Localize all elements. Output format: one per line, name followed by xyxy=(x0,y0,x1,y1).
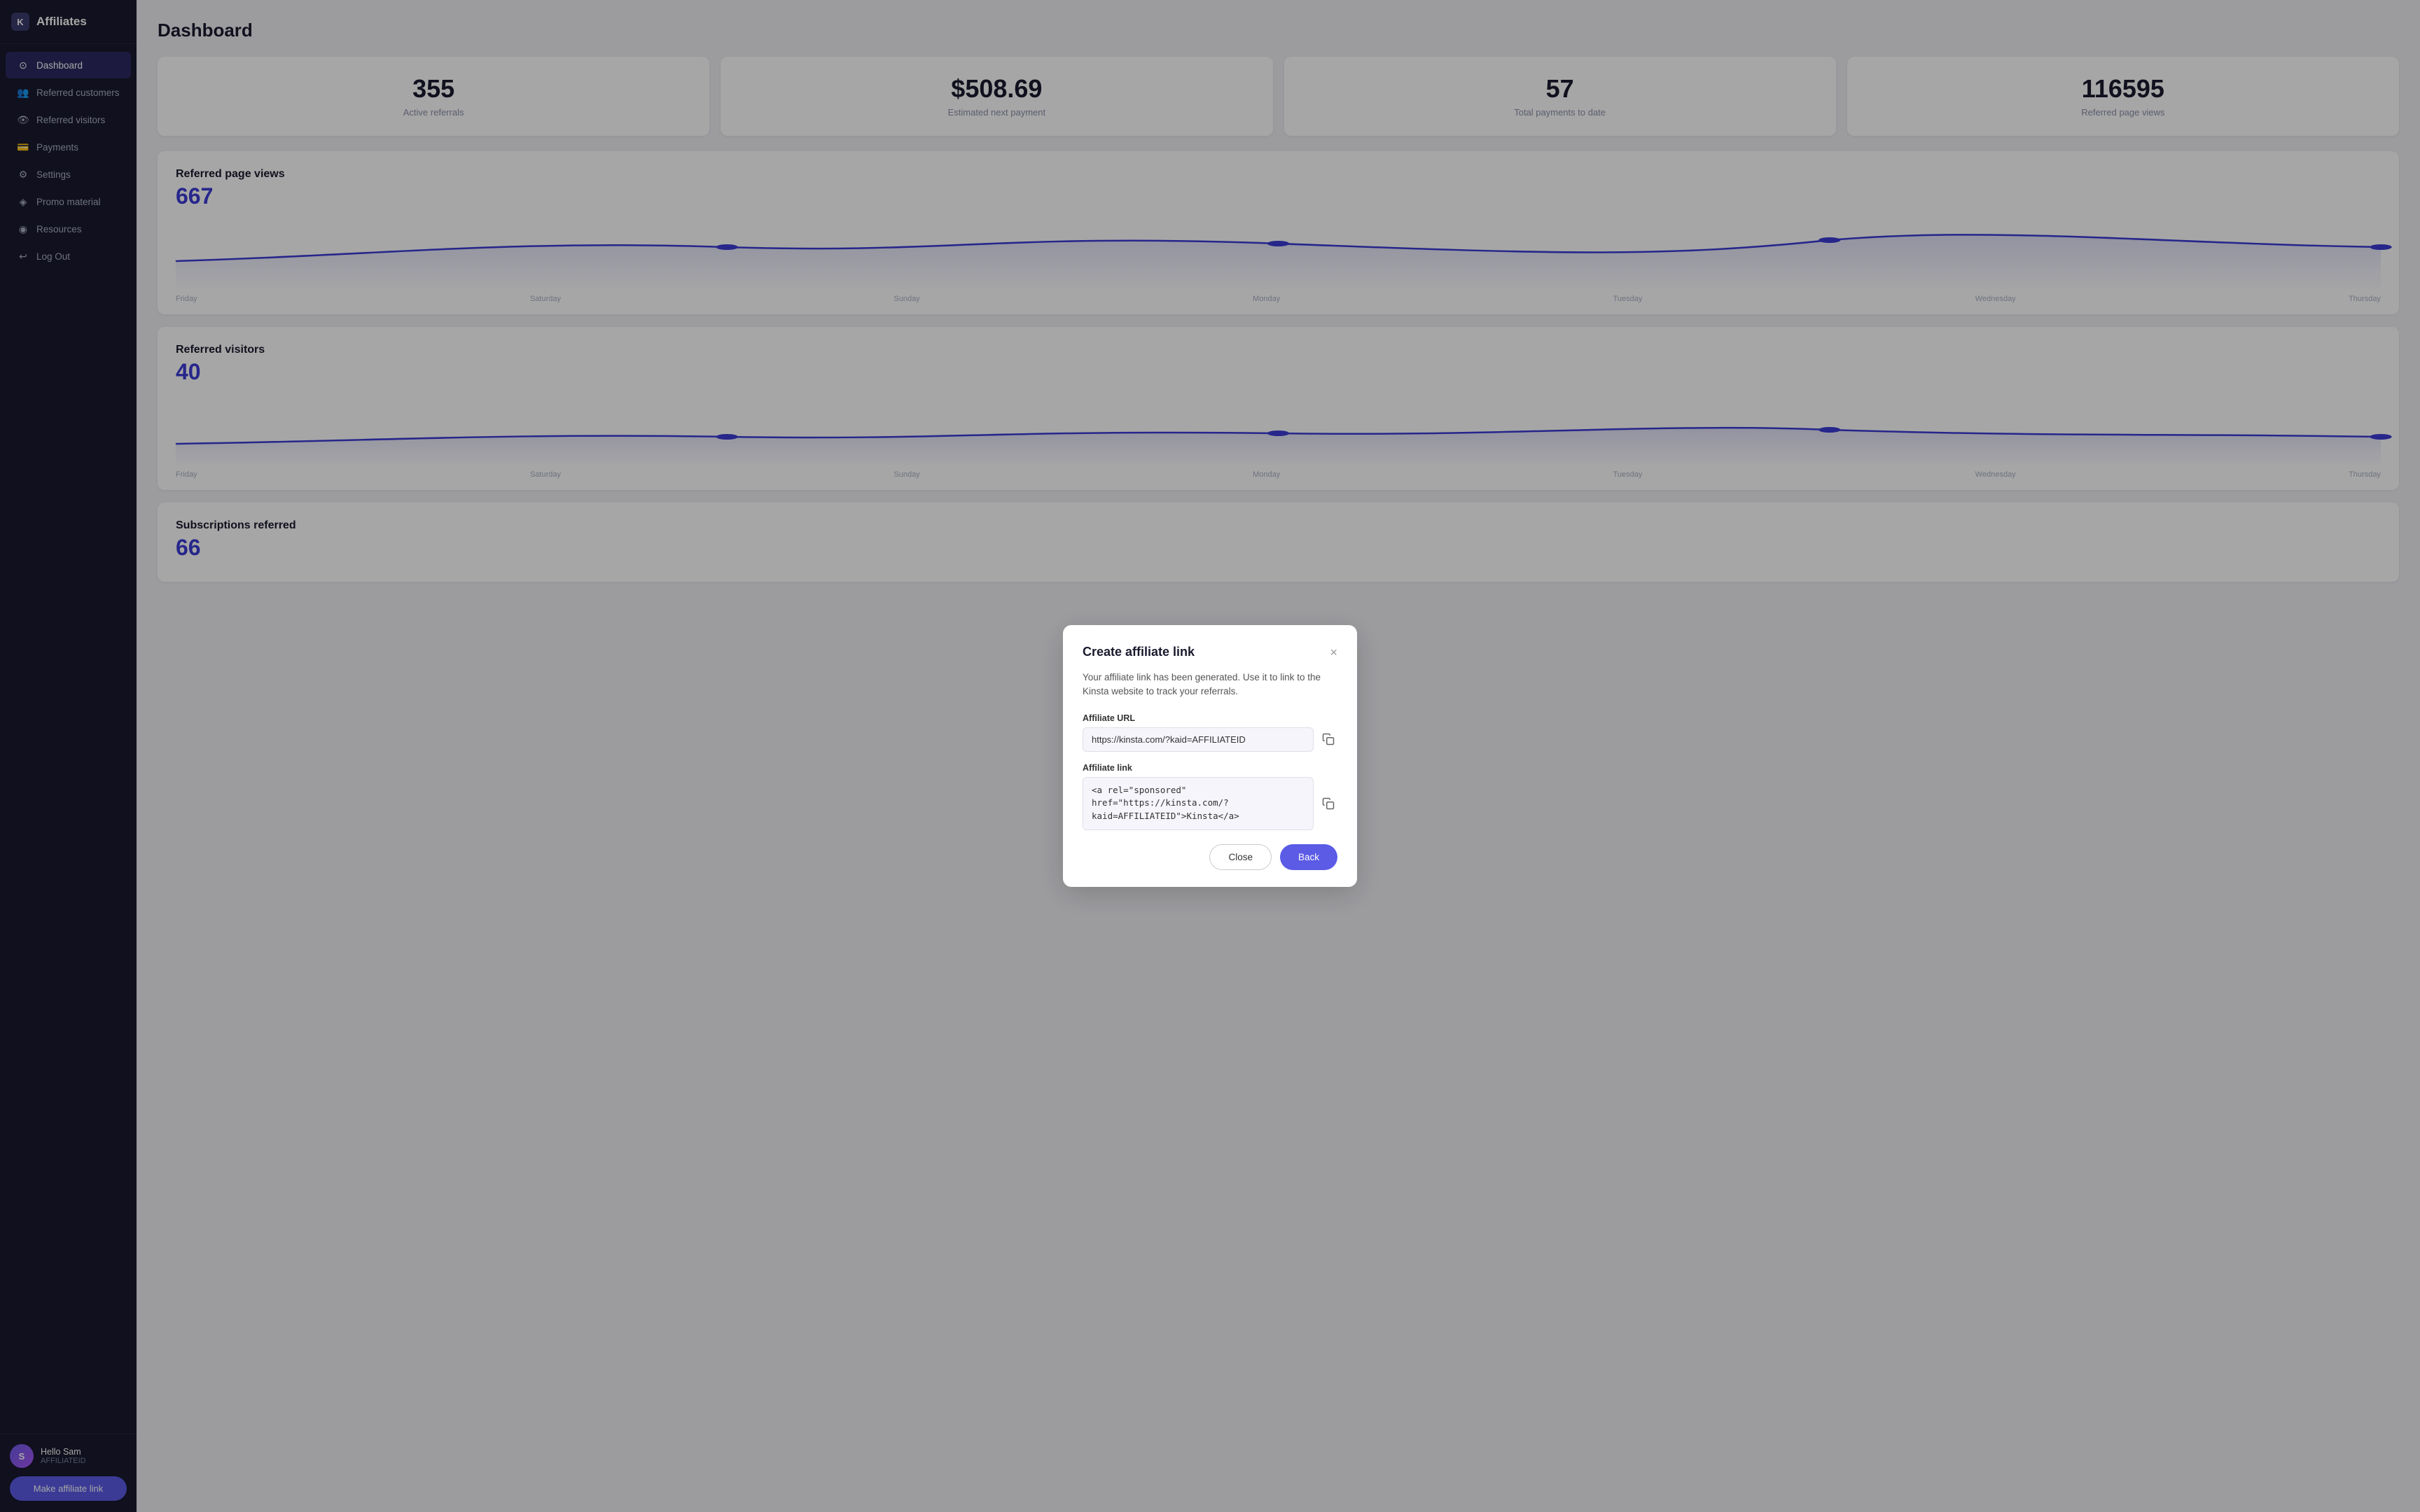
affiliate-link-label: Affiliate link xyxy=(1083,763,1337,773)
copy-icon xyxy=(1322,733,1335,746)
modal-description: Your affiliate link has been generated. … xyxy=(1083,671,1337,699)
affiliate-link-textarea[interactable]: <a rel="sponsored" href="https://kinsta.… xyxy=(1083,777,1314,830)
affiliate-url-section: Affiliate URL xyxy=(1083,713,1337,752)
modal-actions: Close Back xyxy=(1083,844,1337,870)
create-affiliate-link-modal: Create affiliate link × Your affiliate l… xyxy=(1063,625,1357,887)
affiliate-url-input[interactable] xyxy=(1083,727,1314,752)
modal-close-button[interactable]: × xyxy=(1330,646,1337,659)
modal-header: Create affiliate link × xyxy=(1083,645,1337,659)
affiliate-url-row xyxy=(1083,727,1337,752)
close-button[interactable]: Close xyxy=(1209,844,1272,870)
copy-link-icon xyxy=(1322,797,1335,810)
modal-overlay: Create affiliate link × Your affiliate l… xyxy=(0,0,2420,1512)
back-button[interactable]: Back xyxy=(1280,844,1337,870)
modal-title: Create affiliate link xyxy=(1083,645,1195,659)
affiliate-url-label: Affiliate URL xyxy=(1083,713,1337,723)
copy-url-button[interactable] xyxy=(1319,730,1337,748)
affiliate-link-row: <a rel="sponsored" href="https://kinsta.… xyxy=(1083,777,1337,830)
affiliate-link-section: Affiliate link <a rel="sponsored" href="… xyxy=(1083,763,1337,830)
copy-link-button[interactable] xyxy=(1319,794,1337,813)
